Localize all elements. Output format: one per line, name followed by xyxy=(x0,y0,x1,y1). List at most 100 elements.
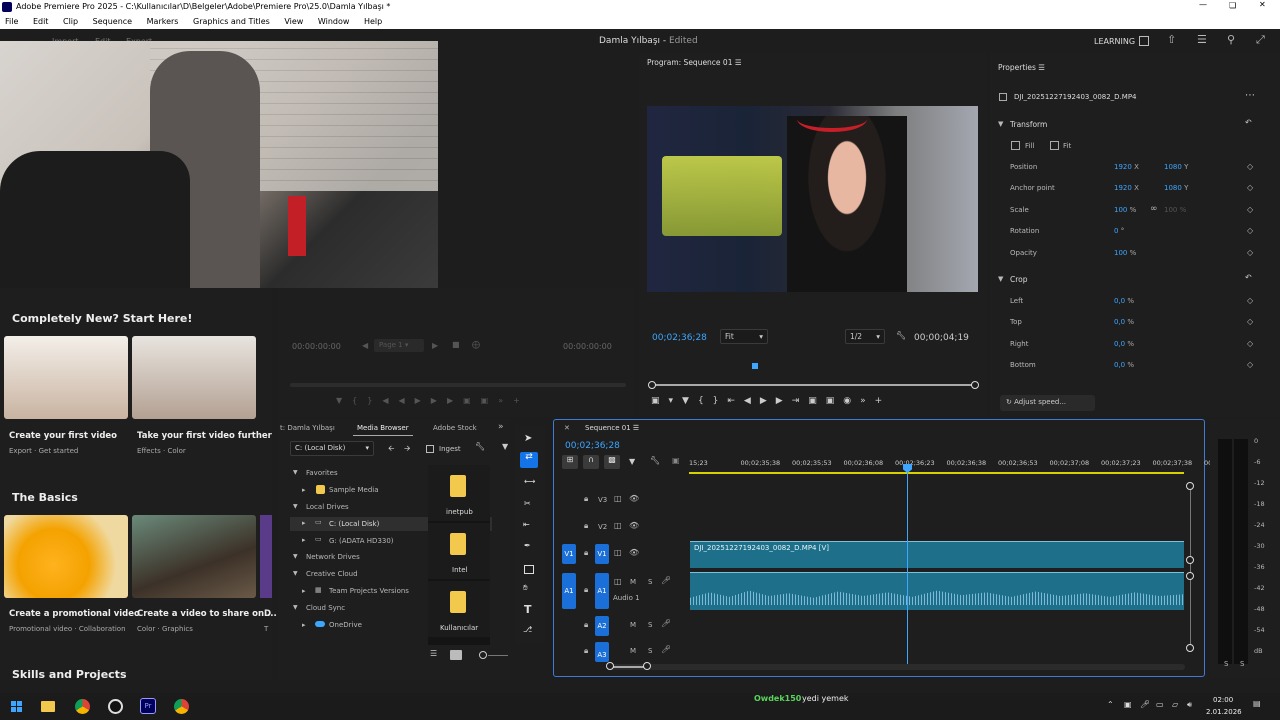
tray-display-icon[interactable]: ▭ xyxy=(1156,700,1164,709)
hand-tool-icon[interactable]: ✋︎ xyxy=(523,583,528,593)
tray-volume-icon[interactable]: 🔊︎ xyxy=(1187,700,1192,710)
back-arrow-icon[interactable]: 🡨 xyxy=(388,443,395,457)
crop-top-value[interactable]: 0,0 % xyxy=(1114,318,1134,326)
playhead-line[interactable] xyxy=(907,464,908,664)
zoom-slider-knob[interactable] xyxy=(479,651,487,659)
selection-tool-icon[interactable]: ➤ xyxy=(524,433,532,444)
lock-a1-icon[interactable]: 🔒︎ xyxy=(584,585,588,595)
source-plus-icon[interactable]: ⨁ xyxy=(472,340,480,349)
transform-heading[interactable]: Transform xyxy=(1010,120,1047,129)
tray-network-icon[interactable]: ▱ xyxy=(1172,700,1178,709)
tree-chevron-sample-icon[interactable]: ▸ xyxy=(302,486,306,494)
source-page-select[interactable]: Page 1 ▾ xyxy=(374,339,424,352)
timeline-settings-icon[interactable]: 🔧︎ xyxy=(650,456,660,465)
anchor-x[interactable]: 1920 X xyxy=(1114,184,1139,192)
tree-network-drives[interactable]: Network Drives xyxy=(306,553,360,561)
fit-button[interactable]: Fit xyxy=(1063,142,1071,150)
ingest-settings-icon[interactable]: 🔧︎ xyxy=(475,442,485,451)
solo-a2-button[interactable]: S xyxy=(648,621,652,629)
scale-value[interactable]: 100 % xyxy=(1114,206,1136,214)
solo-a3-button[interactable]: S xyxy=(648,647,652,655)
source-next-page-icon[interactable]: ▶ xyxy=(432,341,438,350)
mic-a1-icon[interactable]: 🎤︎ xyxy=(661,576,671,585)
card-title-4[interactable]: Create a video to share on ... xyxy=(137,609,277,619)
tree-creative-cloud[interactable]: Creative Cloud xyxy=(306,570,358,578)
caption-tool-icon[interactable]: ⎇ xyxy=(523,625,532,634)
solo-a1-button[interactable]: S xyxy=(648,578,652,586)
thumb-partial[interactable] xyxy=(260,515,272,598)
type-tool-icon[interactable]: T xyxy=(524,603,532,616)
rectangle-tool-icon[interactable] xyxy=(524,565,534,574)
captions-icon[interactable]: ▣ xyxy=(672,456,680,465)
drive-select[interactable]: C: (Local Disk) ▾ xyxy=(290,441,374,456)
panel-icon[interactable] xyxy=(1139,36,1149,46)
tree-favorites[interactable]: Favorites xyxy=(306,469,338,477)
nest-toggle-button[interactable]: ⊞ xyxy=(562,455,578,469)
tree-onedrive[interactable]: OneDrive xyxy=(329,621,362,629)
hscroll-thumb[interactable] xyxy=(609,666,647,668)
maximize-button[interactable]: ❏ xyxy=(1229,1,1236,10)
tree-chevron-sync-icon[interactable]: ▼ xyxy=(293,604,298,611)
rotation-keyframe-icon[interactable]: ◇ xyxy=(1247,226,1253,235)
position-x[interactable]: 1920 X xyxy=(1114,163,1139,171)
mute-a1-button[interactable]: M xyxy=(630,578,636,586)
tree-chevron-favorites-icon[interactable]: ▼ xyxy=(293,469,298,476)
mute-a2-button[interactable]: M xyxy=(630,621,636,629)
razor-tool-icon[interactable]: ✂ xyxy=(524,499,531,508)
snap-button[interactable]: ∩ xyxy=(583,455,599,469)
track-a2-target[interactable]: A2 xyxy=(595,616,609,636)
program-timecode[interactable]: 00;02;36;28 xyxy=(652,333,707,343)
tree-chevron-local-icon[interactable]: ▼ xyxy=(293,503,298,510)
video-clip[interactable]: DJI_20251227192403_0082_D.MP4 [V] xyxy=(690,541,1184,568)
eye-v2-icon[interactable]: 👁︎ xyxy=(629,521,639,530)
card-title-2[interactable]: Take your first video further xyxy=(137,431,272,441)
audio-clip[interactable] xyxy=(690,572,1184,610)
ripple-edit-tool-icon[interactable]: ⟷ xyxy=(524,477,535,486)
lock-v3-icon[interactable]: 🔒︎ xyxy=(584,494,588,504)
crop-right-value[interactable]: 0,0 % xyxy=(1114,340,1134,348)
forward-arrow-icon[interactable]: 🡪 xyxy=(404,443,411,457)
crop-top-keyframe-icon[interactable]: ◇ xyxy=(1247,317,1253,326)
chain-link-icon[interactable]: ∞ xyxy=(1150,204,1158,214)
zoom-slider-track[interactable] xyxy=(488,655,508,656)
tree-sample-media[interactable]: Sample Media xyxy=(329,486,379,494)
menu-graphics[interactable]: Graphics and Titles xyxy=(193,17,270,26)
scrubber-start-handle[interactable] xyxy=(648,381,656,389)
add-marker-icon[interactable]: ▼ xyxy=(629,457,635,466)
mic-a3-icon[interactable]: 🎤︎ xyxy=(661,645,671,654)
eye-v3-icon[interactable]: 👁︎ xyxy=(629,494,639,503)
position-keyframe-icon[interactable]: ◇ xyxy=(1247,162,1253,171)
folder-item-intel[interactable]: Intel xyxy=(428,523,490,579)
menu-lines-icon[interactable]: ☰ xyxy=(1197,33,1207,46)
source-patch-a1[interactable]: A1 xyxy=(562,573,576,609)
vscroll-mid-knob[interactable] xyxy=(1186,556,1194,564)
meter-solo-left[interactable]: S xyxy=(1224,660,1228,668)
anchor-y[interactable]: 1080 Y xyxy=(1164,184,1188,192)
minimize-button[interactable]: — xyxy=(1199,0,1207,9)
opacity-value[interactable]: 100 % xyxy=(1114,249,1136,257)
sync-v1-icon[interactable]: ◫ xyxy=(614,548,622,557)
windows-start-icon[interactable] xyxy=(11,701,22,712)
anchor-keyframe-icon[interactable]: ◇ xyxy=(1247,183,1253,192)
hscroll-right-knob[interactable] xyxy=(643,662,651,670)
menu-markers[interactable]: Markers xyxy=(147,17,179,26)
thumb-promo[interactable] xyxy=(4,515,128,598)
source-prev-page-icon[interactable]: ◀ xyxy=(362,341,368,350)
notification-icon[interactable]: ▤ xyxy=(1253,699,1261,708)
thumb-first-video[interactable] xyxy=(4,336,128,419)
tab-project[interactable]: t: Damla Yılbaşı xyxy=(280,424,335,432)
adjust-speed-button[interactable]: ↻ Adjust speed... xyxy=(1000,395,1095,411)
fullscreen-icon[interactable]: ⤢ xyxy=(1256,33,1265,47)
opacity-keyframe-icon[interactable]: ◇ xyxy=(1247,248,1253,257)
fill-button[interactable]: Fill xyxy=(1025,142,1034,150)
list-view-icon[interactable]: ☰ xyxy=(430,649,437,658)
tree-chevron-onedrive-icon[interactable]: ▸ xyxy=(302,621,306,629)
hscroll-left-knob[interactable] xyxy=(606,662,614,670)
crop-left-keyframe-icon[interactable]: ◇ xyxy=(1247,296,1253,305)
pen-tool-icon[interactable]: ✒ xyxy=(524,541,531,550)
source-square-icon[interactable]: ■ xyxy=(452,340,460,349)
crop-bottom-value[interactable]: 0,0 % xyxy=(1114,361,1134,369)
transform-chevron-icon[interactable]: ▼ xyxy=(998,120,1003,128)
mute-a3-button[interactable]: M xyxy=(630,647,636,655)
source-scrubber[interactable] xyxy=(290,383,626,387)
